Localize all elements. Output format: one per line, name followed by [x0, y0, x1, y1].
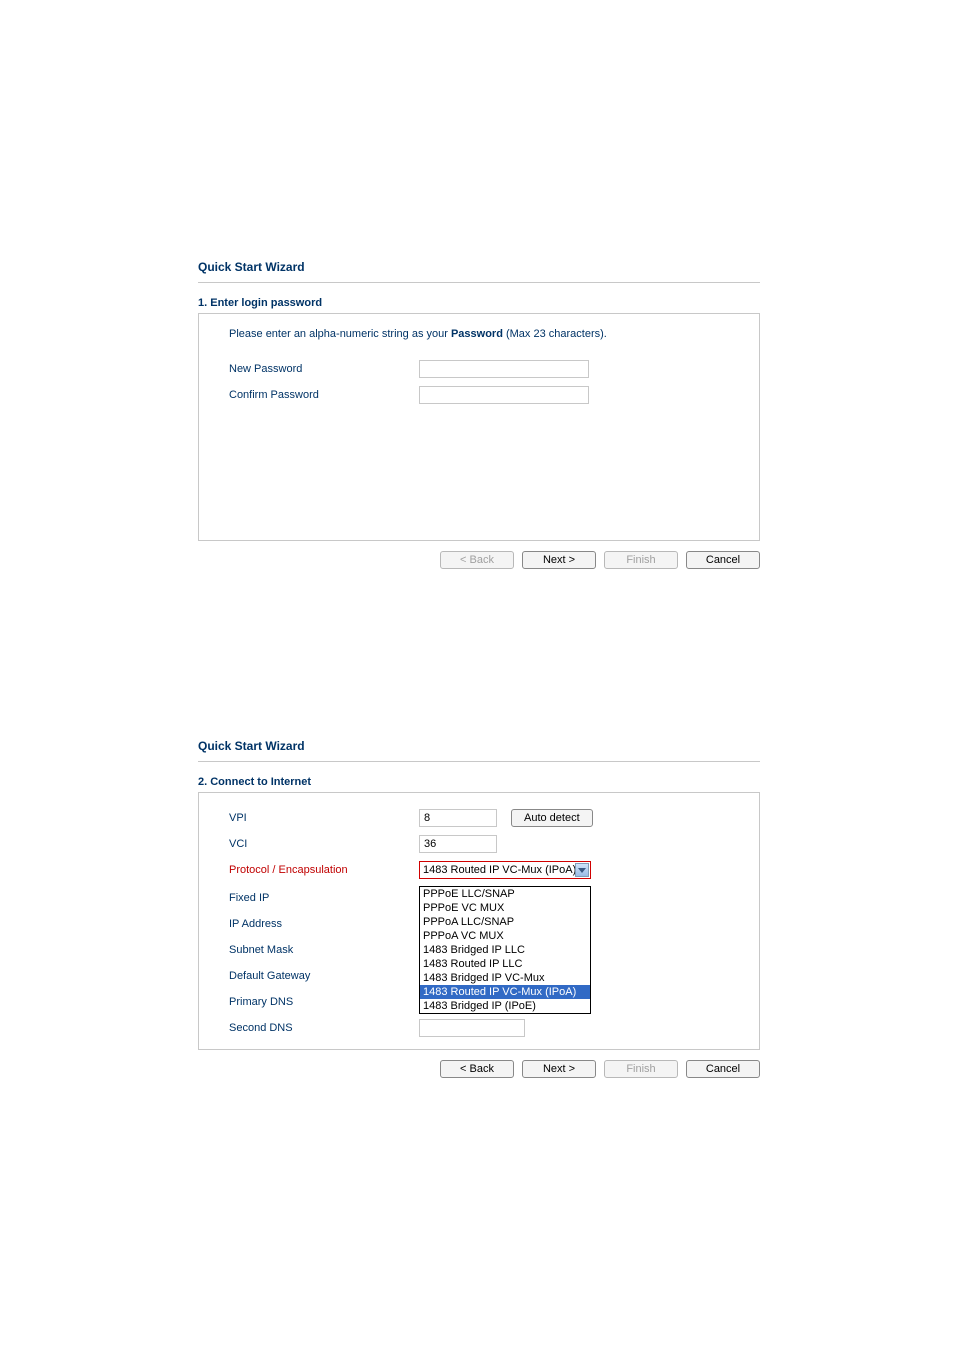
intro-text-post: (Max 23 characters). [503, 328, 607, 340]
protocol-option[interactable]: 1483 Bridged IP (IPoE) [420, 999, 590, 1013]
finish-button: Finish [604, 1060, 678, 1078]
back-button: < Back [440, 551, 514, 569]
ip-address-label: IP Address [229, 918, 419, 930]
confirm-password-label: Confirm Password [229, 389, 419, 401]
protocol-option[interactable]: PPPoA VC MUX [420, 929, 590, 943]
protocol-option[interactable]: 1483 Bridged IP VC-Mux [420, 971, 590, 985]
vpi-label: VPI [229, 812, 419, 824]
protocol-option[interactable]: 1483 Bridged IP LLC [420, 943, 590, 957]
protocol-selected-text: 1483 Routed IP VC-Mux (IPoA) [423, 864, 576, 876]
next-button[interactable]: Next > [522, 1060, 596, 1078]
subnet-mask-label: Subnet Mask [229, 944, 419, 956]
step-panel: VPI Auto detect VCI Protocol / Encapsula… [198, 792, 760, 1050]
next-button[interactable]: Next > [522, 551, 596, 569]
protocol-option[interactable]: PPPoE VC MUX [420, 901, 590, 915]
divider [198, 761, 760, 762]
new-password-label: New Password [229, 363, 419, 375]
protocol-option[interactable]: 1483 Routed IP VC-Mux (IPoA) [420, 985, 590, 999]
wizard-title: Quick Start Wizard [198, 739, 760, 753]
protocol-dropdown-list[interactable]: PPPoE LLC/SNAPPPPoE VC MUXPPPoA LLC/SNAP… [419, 886, 591, 1014]
second-dns-label: Second DNS [229, 1022, 419, 1034]
new-password-input[interactable] [419, 360, 589, 378]
vci-input[interactable] [419, 835, 497, 853]
step-heading: 1. Enter login password [198, 297, 760, 309]
protocol-option[interactable]: PPPoE LLC/SNAP [420, 887, 590, 901]
wizard-step-1: Quick Start Wizard 1. Enter login passwo… [198, 260, 760, 569]
cancel-button[interactable]: Cancel [686, 1060, 760, 1078]
vci-label: VCI [229, 838, 419, 850]
divider [198, 282, 760, 283]
wizard-title: Quick Start Wizard [198, 260, 760, 274]
intro-text-pre: Please enter an alpha-numeric string as … [229, 328, 451, 340]
protocol-label: Protocol / Encapsulation [229, 864, 419, 876]
protocol-select[interactable]: 1483 Routed IP VC-Mux (IPoA) [419, 861, 591, 879]
auto-detect-button[interactable]: Auto detect [511, 809, 593, 827]
confirm-password-input[interactable] [419, 386, 589, 404]
second-dns-input[interactable] [419, 1019, 525, 1037]
back-button[interactable]: < Back [440, 1060, 514, 1078]
intro-text-bold: Password [451, 328, 503, 340]
step-heading: 2. Connect to Internet [198, 776, 760, 788]
default-gateway-label: Default Gateway [229, 970, 419, 982]
wizard-buttons: < Back Next > Finish Cancel [198, 1060, 760, 1078]
primary-dns-label: Primary DNS [229, 996, 419, 1008]
protocol-option[interactable]: PPPoA LLC/SNAP [420, 915, 590, 929]
finish-button: Finish [604, 551, 678, 569]
fixed-ip-label: Fixed IP [229, 892, 419, 904]
wizard-buttons: < Back Next > Finish Cancel [198, 551, 760, 569]
step-panel: Please enter an alpha-numeric string as … [198, 313, 760, 541]
cancel-button[interactable]: Cancel [686, 551, 760, 569]
protocol-option[interactable]: 1483 Routed IP LLC [420, 957, 590, 971]
wizard-step-2: Quick Start Wizard 2. Connect to Interne… [198, 739, 760, 1078]
vpi-input[interactable] [419, 809, 497, 827]
chevron-down-icon[interactable] [575, 863, 589, 877]
step-intro: Please enter an alpha-numeric string as … [229, 328, 739, 340]
